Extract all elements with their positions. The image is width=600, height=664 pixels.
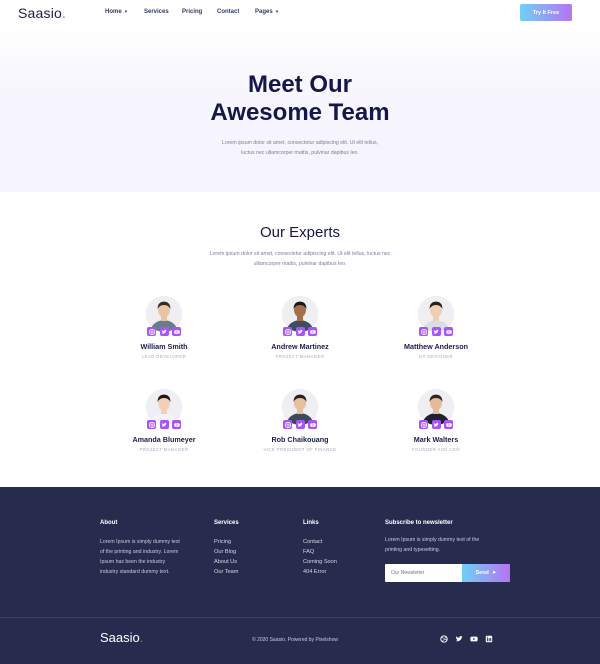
newsletter-form: Send ➤ [385, 564, 510, 582]
member-name: Matthew Anderson [403, 342, 469, 351]
member-social-links [419, 327, 453, 336]
member-name: William Smith [140, 342, 188, 351]
newsletter-text: Lorem Ipsum is simply dummy text of the … [385, 537, 480, 553]
newsletter-title: Subscribe to newsletter [385, 520, 453, 526]
youtube-icon[interactable] [308, 327, 317, 336]
team-member-card: Rob Chaikouang VICE PRESIDENT OF FINANCE [240, 389, 360, 455]
twitter-icon[interactable] [431, 327, 441, 336]
team-member-card: Andrew Martinez PROJECT MANAGER [240, 296, 360, 362]
menu-item-services[interactable]: Services [144, 9, 169, 15]
footer-social-links [440, 635, 493, 643]
youtube-icon[interactable] [470, 635, 478, 643]
top-navigation: Saasio. Home ▾ Services Pricing Contact … [0, 0, 600, 26]
twitter-icon[interactable] [159, 420, 169, 429]
instagram-icon[interactable] [419, 327, 428, 336]
menu-item-pricing[interactable]: Pricing [182, 9, 202, 15]
member-name: Amanda Blumeyer [132, 435, 196, 444]
site-logo[interactable]: Saasio. [18, 5, 66, 21]
instagram-icon[interactable] [147, 327, 156, 336]
member-name: Mark Walters [413, 435, 459, 444]
twitter-icon[interactable] [159, 327, 169, 336]
youtube-icon[interactable] [172, 420, 181, 429]
instagram-icon[interactable] [283, 420, 292, 429]
member-name: Rob Chaikouang [271, 435, 329, 444]
twitter-icon[interactable] [295, 327, 305, 336]
member-social-links [283, 327, 317, 336]
hero-title: Meet Our Awesome Team [210, 71, 390, 126]
footer-services-title: Services [214, 520, 239, 526]
instagram-icon[interactable] [419, 420, 428, 429]
member-name: Andrew Martinez [271, 342, 329, 351]
twitter-icon[interactable] [295, 420, 305, 429]
newsletter-send-button[interactable]: Send ➤ [462, 564, 510, 582]
footer-about-title: About [100, 520, 118, 526]
twitter-icon[interactable] [431, 420, 441, 429]
instagram-icon[interactable] [283, 327, 292, 336]
chevron-down-icon: ▾ [275, 9, 279, 15]
member-social-links [283, 420, 317, 429]
footer-about-text: Lorem Ipsum is simply dummy text of the … [100, 539, 180, 575]
twitter-icon[interactable] [455, 635, 463, 643]
footer-link-pricing[interactable]: Pricing [214, 537, 238, 547]
linkedin-icon[interactable] [485, 635, 493, 643]
member-role: VICE PRESIDENT OF FINANCE [263, 447, 337, 452]
youtube-icon[interactable] [444, 327, 453, 336]
member-role: PROJECT MANAGER [139, 447, 189, 452]
chevron-down-icon: ▾ [124, 9, 128, 15]
footer-services-links: Pricing Our Blog About Us Our Team [214, 537, 238, 577]
newsletter-email-input[interactable] [385, 564, 462, 582]
team-member-card: Mark Walters FOUNDER AND CEO [376, 389, 496, 455]
youtube-icon[interactable] [444, 420, 453, 429]
footer-logo[interactable]: Saasio. [100, 630, 143, 645]
menu-item-pages[interactable]: Pages ▾ [255, 9, 280, 15]
experts-subtitle: Lorem ipsum dolor sit amet, consectetur … [209, 251, 391, 267]
footer-links-title: Links [303, 520, 319, 526]
send-icon: ➤ [491, 570, 497, 576]
team-member-card: William Smith LEAD DEVELOPER [104, 296, 224, 362]
team-member-card: Matthew Anderson UX DESIGNER [376, 296, 496, 362]
try-it-free-button[interactable]: Try It Free [520, 4, 572, 21]
hero-section: Meet Our Awesome Team Lorem ipsum dolor … [0, 26, 600, 192]
youtube-icon[interactable] [308, 420, 317, 429]
footer-link-our-team[interactable]: Our Team [214, 567, 238, 577]
footer-links-list: Contact FAQ Coming Soon 404 Error [303, 537, 337, 577]
experts-title: Our Experts [259, 224, 341, 241]
instagram-icon[interactable] [147, 420, 156, 429]
footer-link-404-error[interactable]: 404 Error [303, 567, 337, 577]
dribbble-icon[interactable] [440, 635, 448, 643]
footer-divider [0, 617, 600, 618]
member-social-links [419, 420, 453, 429]
member-role: UX DESIGNER [418, 354, 453, 359]
team-member-card: Amanda Blumeyer PROJECT MANAGER [104, 389, 224, 455]
menu-item-home[interactable]: Home ▾ [105, 9, 129, 15]
footer-link-coming-soon[interactable]: Coming Soon [303, 557, 337, 567]
hero-subtitle: Lorem ipsum dolor sit amet, consectetur … [222, 140, 378, 156]
footer-link-faq[interactable]: FAQ [303, 547, 337, 557]
member-role: LEAD DEVELOPER [141, 354, 187, 359]
member-social-links [147, 327, 181, 336]
footer-link-our-blog[interactable]: Our Blog [214, 547, 238, 557]
youtube-icon[interactable] [172, 327, 181, 336]
member-role: PROJECT MANAGER [275, 354, 325, 359]
member-role: FOUNDER AND CEO [412, 447, 460, 452]
footer: About Lorem Ipsum is simply dummy text o… [0, 487, 600, 664]
footer-link-contact[interactable]: Contact [303, 537, 337, 547]
footer-link-about-us[interactable]: About Us [214, 557, 238, 567]
member-social-links [147, 420, 181, 429]
menu-item-contact[interactable]: Contact [217, 9, 239, 15]
